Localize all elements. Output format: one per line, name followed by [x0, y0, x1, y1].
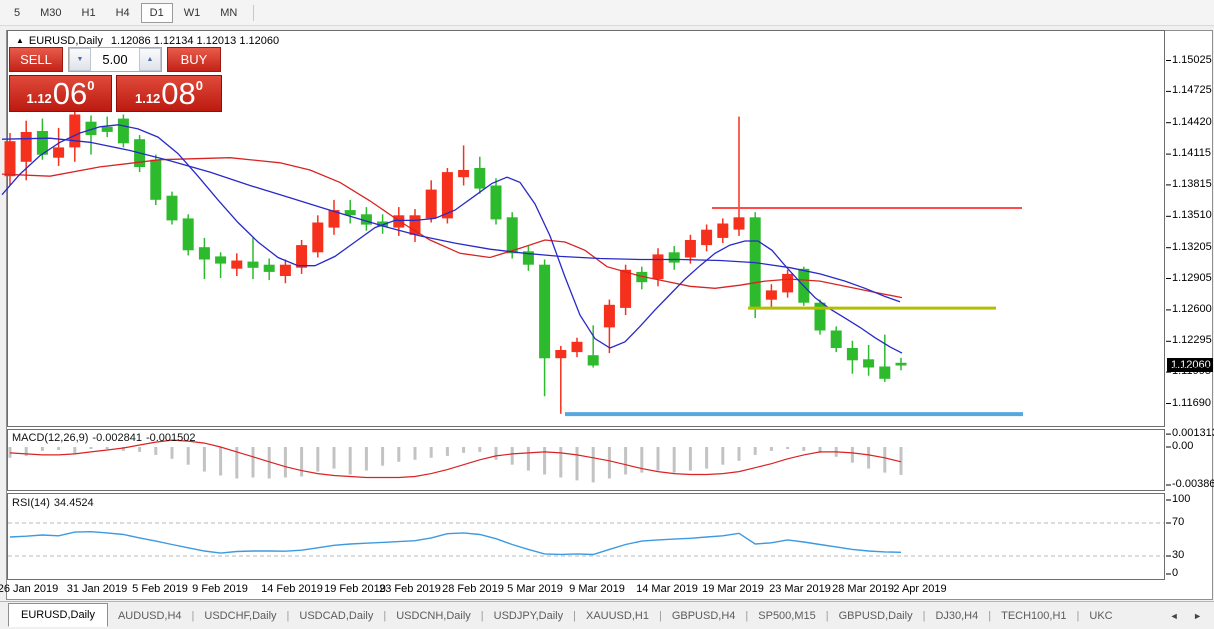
- chart-tab-usdcad-daily[interactable]: USDCAD,Daily: [289, 606, 383, 626]
- price-axis-tick: 1.14115: [1172, 147, 1211, 159]
- price-axis-tick: 1.13205: [1172, 241, 1212, 253]
- chart-tab-usdcnh-daily[interactable]: USDCNH,Daily: [386, 606, 481, 626]
- chart-tab-audusd-h4[interactable]: AUDUSD,H4: [108, 606, 192, 626]
- rsi-indicator-label: RSI(14)34.4524: [12, 497, 98, 509]
- timeframe-button-mn[interactable]: MN: [211, 3, 246, 23]
- date-axis-tick: 31 Jan 2019: [67, 583, 128, 595]
- timeframe-button-h1[interactable]: H1: [73, 3, 105, 23]
- chart-tab-gbpusd-daily[interactable]: GBPUSD,Daily: [829, 606, 923, 626]
- toolbar-divider: [253, 5, 254, 21]
- timeframe-button-m30[interactable]: M30: [31, 3, 70, 23]
- date-axis-tick: 26 Jan 2019: [0, 583, 58, 595]
- chart-tab-xauusd-h1[interactable]: XAUUSD,H1: [576, 606, 659, 626]
- chart-tab-bar: EURUSD,DailyAUDUSD,H4|USDCHF,Daily|USDCA…: [0, 601, 1214, 629]
- timeframe-button-5[interactable]: 5: [5, 3, 29, 23]
- sell-price-tile[interactable]: 1.12 06 0: [9, 75, 112, 112]
- chart-tab-sp500-m15[interactable]: SP500,M15: [748, 606, 825, 626]
- date-axis-tick: 28 Mar 2019: [832, 583, 894, 595]
- date-axis-tick: 23 Mar 2019: [769, 583, 831, 595]
- macd-axis-tick: 0.00: [1172, 440, 1193, 452]
- rsi-axis-tick: 70: [1172, 516, 1184, 528]
- macd-indicator-label: MACD(12,26,9)-0.002841-0.001502: [12, 432, 200, 444]
- sell-price-pipette: 0: [87, 78, 94, 93]
- timeframe-toolbar: 5M30H1H4D1W1MN: [0, 0, 1214, 26]
- tab-scroll-arrows-icon[interactable]: ◄ ►: [1170, 611, 1208, 621]
- macd-axis-tick: -0.003862: [1172, 478, 1214, 490]
- chart-title: ▲ EURUSD,Daily 1.12086 1.12134 1.12013 1.1…: [16, 35, 279, 47]
- rsi-pane[interactable]: [7, 493, 1165, 580]
- date-axis-tick: 14 Mar 2019: [636, 583, 698, 595]
- price-axis-tick: 1.12600: [1172, 303, 1212, 315]
- one-click-trading-panel: SELL ▼ 5.00 ▲ BUY 1.12 06 0 1.12 08 0: [9, 47, 225, 112]
- volume-stepper: ▼ 5.00 ▲: [68, 47, 162, 72]
- trading-platform: 5M30H1H4D1W1MN ▲ EURUSD,Daily 1.12086 1.12…: [0, 0, 1214, 629]
- timeframe-button-d1[interactable]: D1: [141, 3, 173, 23]
- chart-tab-dj30-h4[interactable]: DJ30,H4: [925, 606, 988, 626]
- price-axis-tick: 1.11690: [1172, 397, 1211, 409]
- sell-button[interactable]: SELL: [9, 47, 63, 72]
- buy-button[interactable]: BUY: [167, 47, 221, 72]
- chart-tab-usdchf-daily[interactable]: USDCHF,Daily: [194, 606, 286, 626]
- buy-price-tile[interactable]: 1.12 08 0: [116, 75, 222, 112]
- volume-value[interactable]: 5.00: [91, 48, 139, 71]
- date-axis-tick: 9 Feb 2019: [192, 583, 248, 595]
- date-axis-tick: 14 Feb 2019: [261, 583, 323, 595]
- chart-tab-ukc[interactable]: UKC: [1079, 606, 1122, 626]
- date-axis-tick: 2 Apr 2019: [893, 583, 946, 595]
- date-axis-tick: 9 Mar 2019: [569, 583, 625, 595]
- price-axis-tick: 1.13510: [1172, 209, 1212, 221]
- buy-price-pipette: 0: [196, 78, 203, 93]
- date-axis-tick: 19 Feb 2019: [324, 583, 386, 595]
- chart-tab-usdjpy-daily[interactable]: USDJPY,Daily: [484, 606, 574, 626]
- timeframe-button-w1[interactable]: W1: [175, 3, 210, 23]
- macd-axis-tick: 0.001313: [1172, 427, 1214, 439]
- date-axis-tick: 5 Feb 2019: [132, 583, 188, 595]
- date-axis-tick: 23 Feb 2019: [379, 583, 441, 595]
- price-axis-tick: 1.11995: [1172, 365, 1211, 377]
- buy-price-prefix: 1.12: [135, 89, 160, 109]
- price-axis-tick: 1.12905: [1172, 272, 1212, 284]
- sell-price-big: 06: [53, 79, 87, 109]
- date-axis-tick: 28 Feb 2019: [442, 583, 504, 595]
- chart-symbol-label: EURUSD,Daily: [29, 35, 103, 47]
- date-axis-tick: 19 Mar 2019: [702, 583, 764, 595]
- price-axis-tick: 1.12295: [1172, 334, 1212, 346]
- price-axis-tick: 1.14725: [1172, 84, 1212, 96]
- sell-price-prefix: 1.12: [26, 89, 51, 109]
- chart-tab-eurusd-daily[interactable]: EURUSD,Daily: [8, 603, 108, 627]
- rsi-axis-tick: 0: [1172, 567, 1178, 579]
- rsi-axis-tick: 30: [1172, 549, 1184, 561]
- volume-decrease-icon[interactable]: ▼: [69, 48, 91, 71]
- chart-tab-tech100-h1[interactable]: TECH100,H1: [991, 606, 1076, 626]
- chart-ohlc-values: 1.12086 1.12134 1.12013 1.12060: [111, 35, 279, 47]
- price-axis-tick: 1.13815: [1172, 178, 1212, 190]
- collapse-panel-icon[interactable]: ▲: [16, 36, 24, 45]
- date-axis-tick: 5 Mar 2019: [507, 583, 563, 595]
- timeframe-button-h4[interactable]: H4: [107, 3, 139, 23]
- buy-price-big: 08: [161, 79, 195, 109]
- volume-increase-icon[interactable]: ▲: [139, 48, 161, 71]
- price-axis-tick: 1.15025: [1172, 54, 1212, 66]
- price-axis-tick: 1.14420: [1172, 116, 1212, 128]
- rsi-axis-tick: 100: [1172, 493, 1190, 505]
- chart-tab-gbpusd-h4[interactable]: GBPUSD,H4: [662, 606, 746, 626]
